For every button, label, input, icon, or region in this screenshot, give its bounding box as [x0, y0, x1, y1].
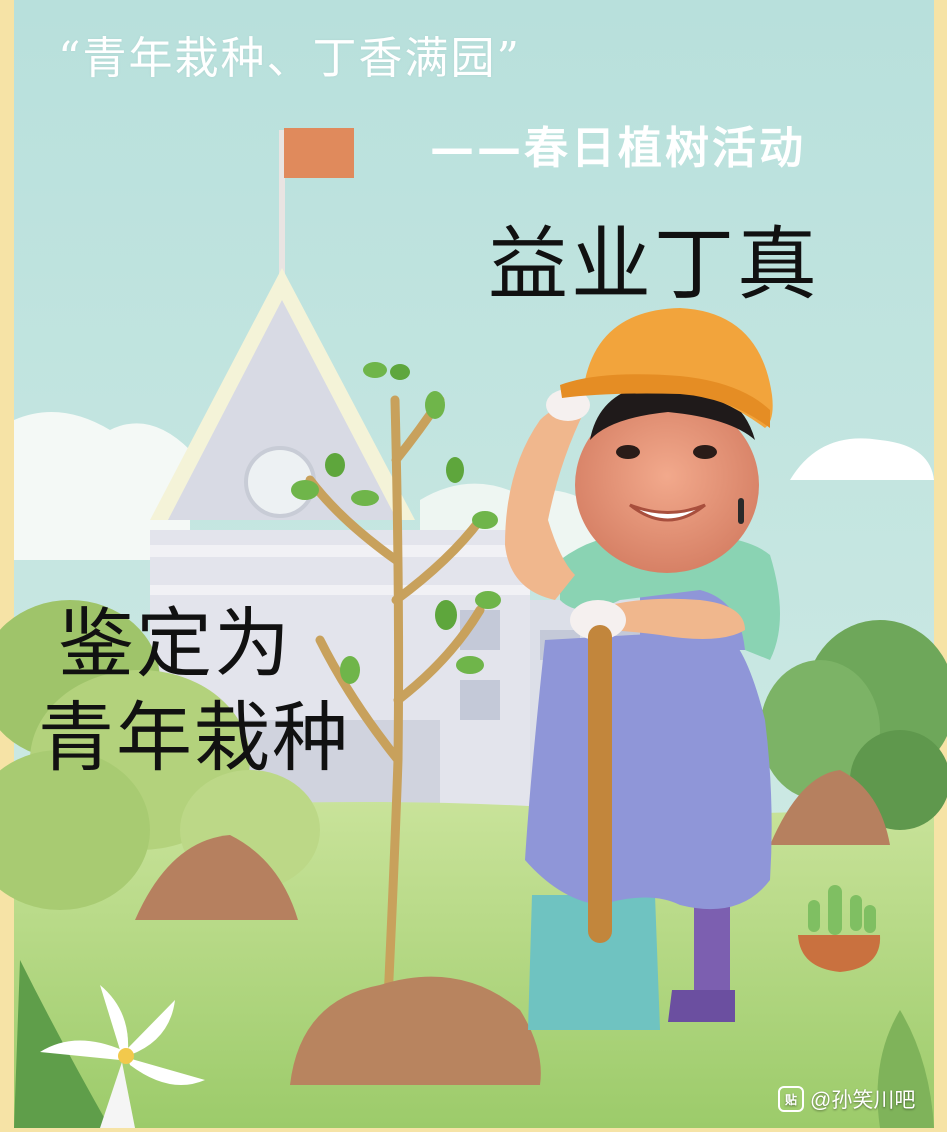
shovel-handle — [588, 625, 612, 943]
watermark: 贴 @孙笑川吧 — [778, 1084, 915, 1114]
watermark-text: @孙笑川吧 — [810, 1089, 916, 1112]
caption-top: 益业丁真 — [488, 218, 820, 311]
poster-title: “青年栽种、丁香满园” — [58, 33, 521, 84]
flag — [284, 128, 354, 178]
poster: “青年栽种、丁香满园” ——春日植树活动 益业丁真 鉴定为 青年栽种 贴 @孙笑… — [0, 0, 947, 1128]
caption-bottom-line2: 青年栽种 — [38, 693, 350, 782]
poster-subtitle: ——春日植树活动 — [430, 123, 806, 174]
tieba-icon: 贴 — [778, 1086, 804, 1112]
